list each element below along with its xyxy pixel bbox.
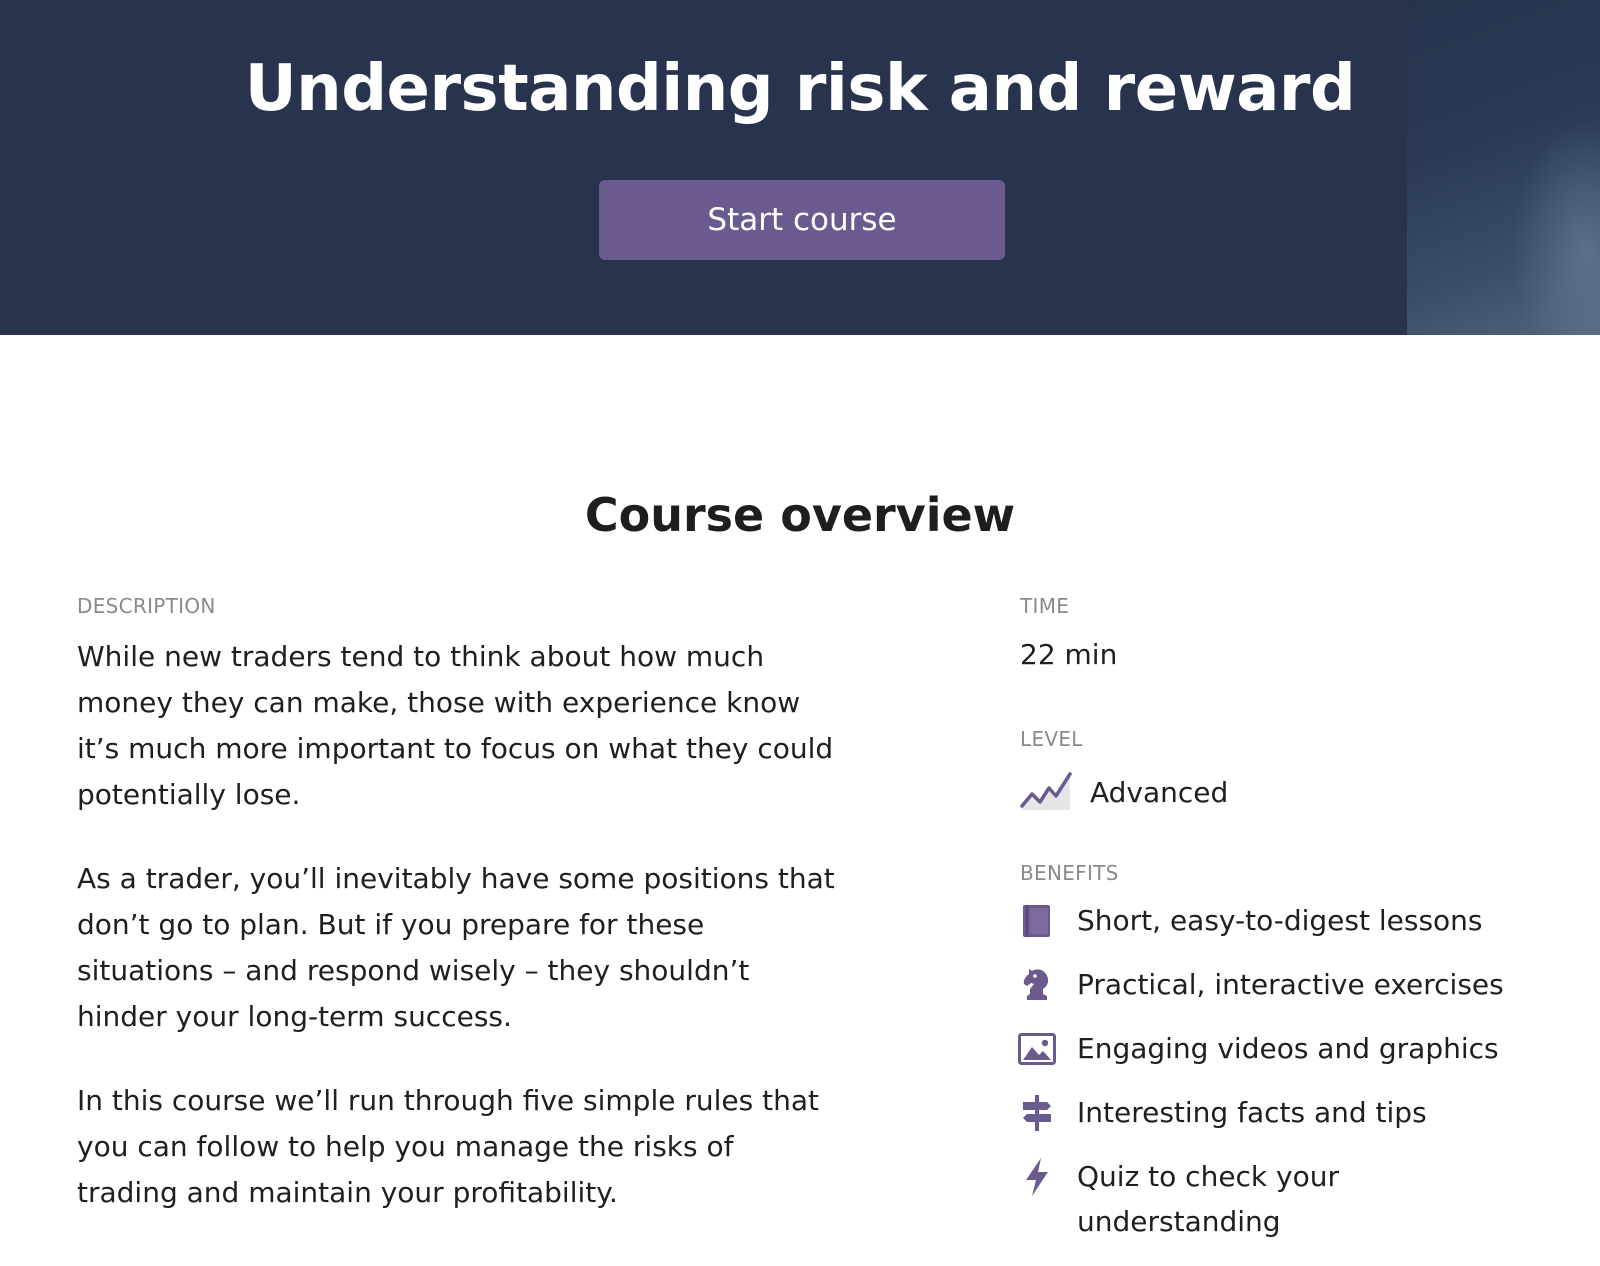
description-label: DESCRIPTION [77, 594, 216, 618]
signpost-icon [1017, 1090, 1057, 1135]
hero-background-image [1407, 0, 1600, 335]
benefit-text: Quiz to check your understanding [1077, 1160, 1340, 1238]
benefits-list: Short, easy-to-digest lessons Practical,… [1017, 898, 1577, 1263]
description-paragraph: In this course we’ll run through five si… [77, 1084, 819, 1209]
benefit-text: Engaging videos and graphics [1077, 1032, 1499, 1065]
description-text: While new traders tend to think about ho… [77, 634, 837, 1254]
book-icon [1017, 898, 1057, 943]
benefit-item: Short, easy-to-digest lessons [1017, 898, 1577, 943]
chess-knight-icon [1017, 962, 1057, 1007]
course-title: Understanding risk and reward [244, 52, 1356, 126]
start-course-button[interactable]: Start course [599, 180, 1005, 260]
benefit-text: Practical, interactive exercises [1077, 968, 1504, 1001]
benefits-label: BENEFITS [1020, 861, 1119, 885]
overview-heading: Course overview [584, 488, 1016, 542]
advanced-chart-icon [1020, 766, 1090, 818]
lightning-icon [1017, 1154, 1057, 1199]
description-paragraph: While new traders tend to think about ho… [77, 640, 834, 811]
benefit-item: Engaging videos and graphics [1017, 1026, 1577, 1071]
level-label: LEVEL [1020, 727, 1083, 751]
level-row: Advanced [1020, 768, 1228, 816]
benefit-item: Interesting facts and tips [1017, 1090, 1577, 1135]
hero-banner: Understanding risk and reward Start cour… [0, 0, 1600, 335]
benefit-text: Short, easy-to-digest lessons [1077, 904, 1483, 937]
level-value: Advanced [1090, 775, 1229, 809]
image-icon [1017, 1026, 1057, 1071]
benefit-item: Quiz to check your understanding [1017, 1154, 1577, 1244]
time-label: TIME [1020, 594, 1070, 618]
benefit-text: Interesting facts and tips [1077, 1096, 1427, 1129]
benefit-item: Practical, interactive exercises [1017, 962, 1577, 1007]
description-paragraph: As a trader, you’ll inevitably have some… [77, 862, 835, 1033]
time-value: 22 min [1020, 638, 1118, 671]
